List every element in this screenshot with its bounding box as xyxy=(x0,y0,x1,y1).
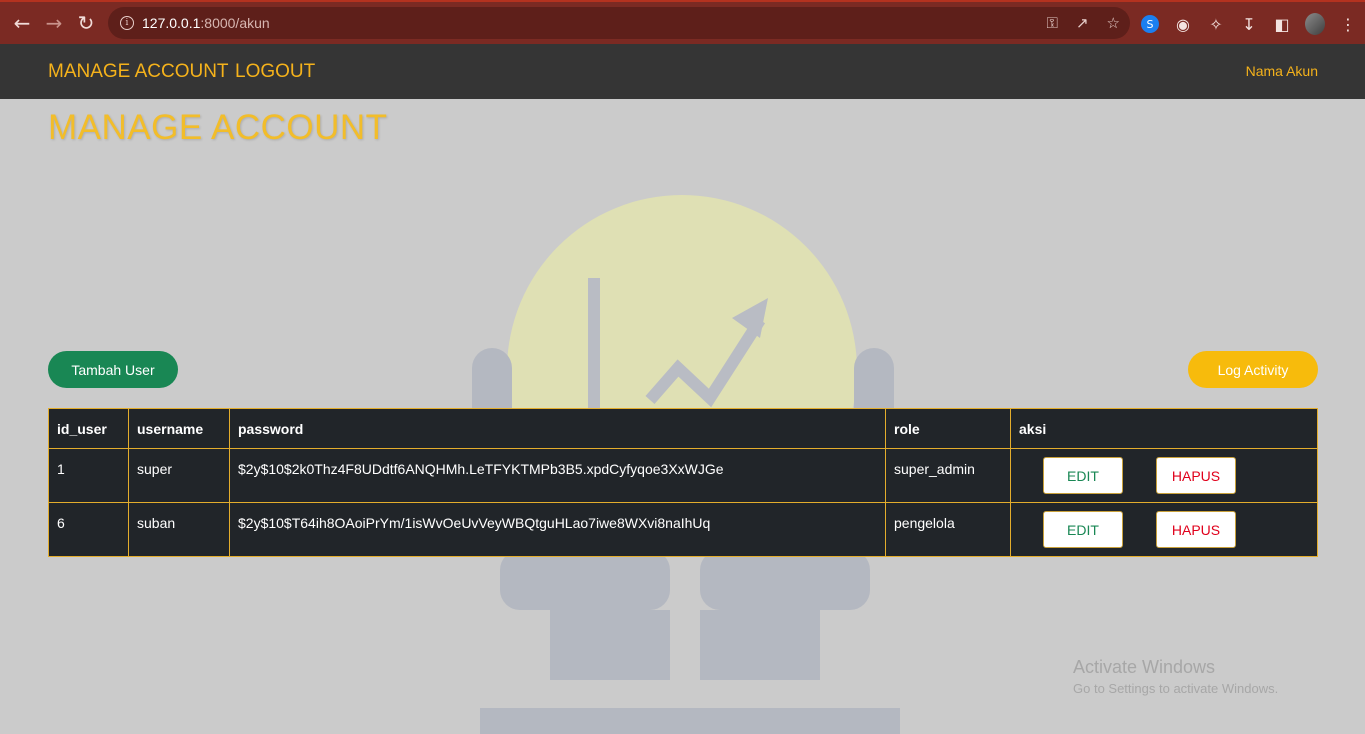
add-user-button[interactable]: Tambah User xyxy=(48,351,178,388)
cell-username: suban xyxy=(128,502,230,557)
edit-button[interactable]: EDIT xyxy=(1043,457,1123,494)
menu-icon[interactable]: ⋮ xyxy=(1338,14,1358,34)
header-id-user: id_user xyxy=(48,408,129,449)
cell-id-user: 1 xyxy=(48,448,129,503)
address-bar[interactable]: i 127.0.0.1:8000/akun ⚿ ↗ ☆ xyxy=(108,7,1130,39)
windows-activation-notice: Activate Windows Go to Settings to activ… xyxy=(1073,657,1278,696)
shazam-icon[interactable]: S xyxy=(1140,14,1160,34)
cell-aksi: EDIT HAPUS xyxy=(1010,448,1318,503)
activation-subtitle: Go to Settings to activate Windows. xyxy=(1073,681,1279,696)
page-title: MANAGE ACCOUNT xyxy=(48,108,388,147)
browser-toolbar: ← → ↻ i 127.0.0.1:8000/akun ⚿ ↗ ☆ S ◉ ✧ … xyxy=(0,0,1365,44)
log-activity-button[interactable]: Log Activity xyxy=(1188,351,1318,388)
back-icon[interactable]: ← xyxy=(6,7,38,39)
download-icon[interactable]: ↧ xyxy=(1239,14,1259,34)
cell-id-user: 6 xyxy=(48,502,129,557)
header-password: password xyxy=(229,408,886,449)
users-table: id_user username password role aksi 1 su… xyxy=(48,408,1318,557)
delete-button[interactable]: HAPUS xyxy=(1156,511,1236,548)
table-header-row: id_user username password role aksi xyxy=(48,408,1318,449)
table-row: 6 suban $2y$10$T64ih8OAoiPrYm/1isWvOeUvV… xyxy=(48,502,1318,557)
url-host: 127.0.0.1 xyxy=(142,15,201,31)
reload-icon[interactable]: ↻ xyxy=(70,7,102,39)
share-icon[interactable]: ↗ xyxy=(1076,14,1089,32)
delete-button[interactable]: HAPUS xyxy=(1156,457,1236,494)
account-name-link[interactable]: Nama Akun xyxy=(1246,63,1318,79)
cell-role: pengelola xyxy=(885,502,1011,557)
sidebar-icon[interactable]: ◧ xyxy=(1272,14,1292,34)
edit-button[interactable]: EDIT xyxy=(1043,511,1123,548)
cell-password: $2y$10$2k0Thz4F8UDdtf6ANQHMh.LeTFYKTMPb3… xyxy=(229,448,886,503)
cell-aksi: EDIT HAPUS xyxy=(1010,502,1318,557)
nav-manage-account[interactable]: MANAGE ACCOUNT xyxy=(48,61,229,83)
nav-logout[interactable]: LOGOUT xyxy=(235,61,315,83)
header-aksi: aksi xyxy=(1010,408,1318,449)
star-icon[interactable]: ☆ xyxy=(1107,14,1120,32)
key-icon[interactable]: ⚿ xyxy=(1047,14,1058,32)
table-row: 1 super $2y$10$2k0Thz4F8UDdtf6ANQHMh.LeT… xyxy=(48,448,1318,503)
url-path: :8000/akun xyxy=(200,15,270,31)
extension-face-icon[interactable]: ◉ xyxy=(1173,14,1193,34)
header-role: role xyxy=(885,408,1011,449)
cell-role: super_admin xyxy=(885,448,1011,503)
puzzle-icon[interactable]: ✧ xyxy=(1206,14,1226,34)
info-icon[interactable]: i xyxy=(120,16,134,30)
cell-username: super xyxy=(128,448,230,503)
forward-icon[interactable]: → xyxy=(38,7,70,39)
activation-title: Activate Windows xyxy=(1073,657,1216,677)
url-text[interactable]: 127.0.0.1:8000/akun xyxy=(142,15,270,31)
cell-password: $2y$10$T64ih8OAoiPrYm/1isWvOeUvVeyWBQtgu… xyxy=(229,502,886,557)
app-navbar: MANAGE ACCOUNT LOGOUT Nama Akun xyxy=(0,44,1365,99)
avatar[interactable] xyxy=(1305,13,1325,35)
header-username: username xyxy=(128,408,230,449)
